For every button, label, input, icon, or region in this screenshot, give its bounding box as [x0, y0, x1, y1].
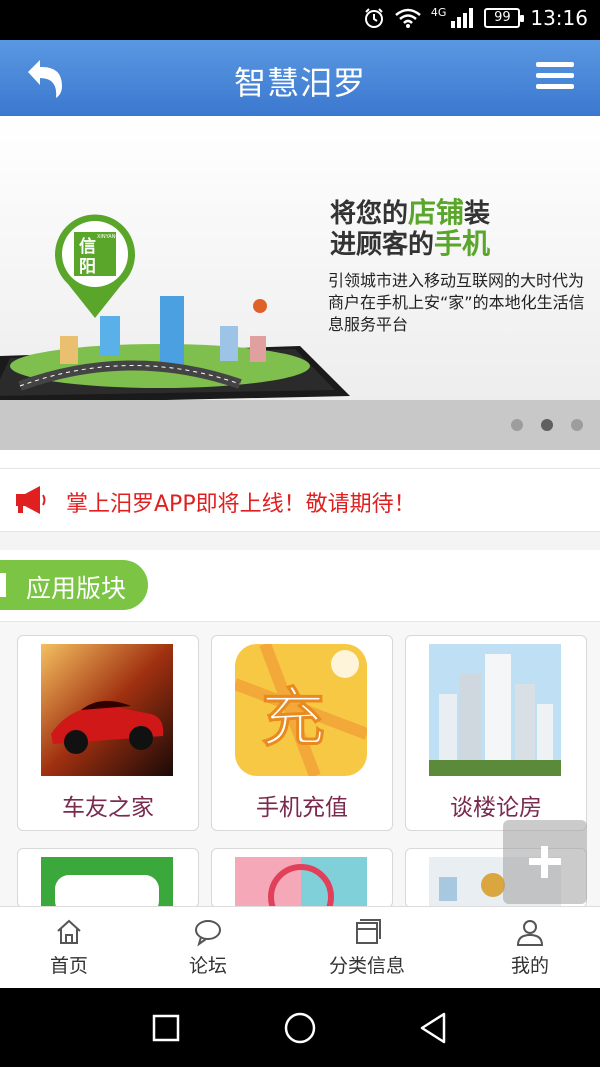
banner-subtext: 引领城市进入移动互联网的大时代为商户在手机上安“家”的本地化生活信息服务平台	[328, 271, 585, 334]
carousel-dot[interactable]	[511, 419, 523, 431]
app-label: 手机充值	[256, 795, 348, 821]
page-title: 智慧汨罗	[233, 64, 366, 102]
app-card-property[interactable]: 谈楼论房	[405, 635, 587, 831]
nav-profile[interactable]: 我的	[475, 917, 585, 989]
app-card-car[interactable]: 车友之家	[17, 635, 199, 831]
app-label: 谈楼论房	[450, 795, 542, 821]
add-button[interactable]	[503, 820, 587, 904]
menu-icon[interactable]	[536, 62, 574, 92]
signal-icon	[451, 8, 474, 28]
recent-apps-icon[interactable]	[148, 1010, 184, 1046]
status-bar: 4G 99 13:16	[0, 0, 600, 40]
logo-char-2: 阳	[79, 257, 96, 277]
clock: 13:16	[530, 6, 588, 30]
logo-caption: XINYANG	[97, 234, 119, 240]
alarm-icon	[364, 8, 383, 28]
home-icon	[57, 919, 81, 944]
bottom-nav: 首页 论坛 分类信息 我的	[0, 906, 600, 988]
category-icon	[356, 919, 381, 944]
megaphone-icon	[16, 486, 46, 514]
car-thumbnail	[41, 644, 173, 776]
app-card-recharge[interactable]: 充 手机充值	[211, 635, 393, 831]
banner-carousel[interactable]: 信 阳 XINYANG 将您的店铺装 进顾客的手机 引领城市进入移动互联网的大时…	[0, 116, 600, 450]
app-label: 车友之家	[62, 795, 154, 821]
announcement-bar[interactable]: 掌上汨罗APP即将上线！敬请期待！	[0, 468, 600, 532]
app-screen: 4G 99 13:16 智慧汨罗 信 阳 XINYANG 将您的店铺装 进顾客的…	[0, 0, 600, 1067]
logo-char-1: 信	[79, 236, 96, 257]
home-button-icon[interactable]	[282, 1010, 318, 1046]
app-card-pink[interactable]	[211, 848, 393, 915]
battery-icon: 99	[484, 8, 525, 28]
buildings-thumbnail	[429, 644, 561, 776]
banner-headline: 将您的店铺装 进顾客的手机	[330, 196, 491, 261]
wifi-icon	[395, 8, 421, 28]
app-header: 智慧汨罗	[0, 40, 600, 116]
svg-text:充: 充	[261, 682, 325, 756]
section-title-pill: 应用版块	[0, 560, 148, 610]
announcement-text: 掌上汨罗APP即将上线！敬请期待！	[66, 492, 416, 517]
city-phone-illustration	[0, 296, 350, 404]
chat-bubble-icon	[195, 920, 221, 947]
network-type: 4G	[430, 5, 447, 19]
nav-label: 首页	[49, 955, 88, 977]
nav-home[interactable]: 首页	[14, 917, 124, 989]
nav-label: 分类信息	[328, 955, 405, 977]
divider	[0, 532, 600, 550]
recharge-thumbnail: 充	[235, 644, 367, 776]
back-button-icon[interactable]	[416, 1010, 452, 1046]
carousel-dot-active[interactable]	[541, 419, 553, 431]
battery-level: 99	[494, 10, 511, 25]
app-card-convenience[interactable]	[17, 848, 199, 915]
carousel-indicator	[0, 400, 600, 450]
section-header: 应用版块	[0, 550, 600, 622]
section-title: 应用版块	[26, 574, 127, 603]
nav-category[interactable]: 分类信息	[312, 917, 422, 989]
nav-forum[interactable]: 论坛	[153, 917, 263, 989]
user-icon	[516, 920, 544, 946]
nav-label: 论坛	[188, 955, 227, 977]
system-nav-bar	[0, 988, 600, 1067]
nav-label: 我的	[510, 955, 549, 977]
carousel-dot[interactable]	[571, 419, 583, 431]
